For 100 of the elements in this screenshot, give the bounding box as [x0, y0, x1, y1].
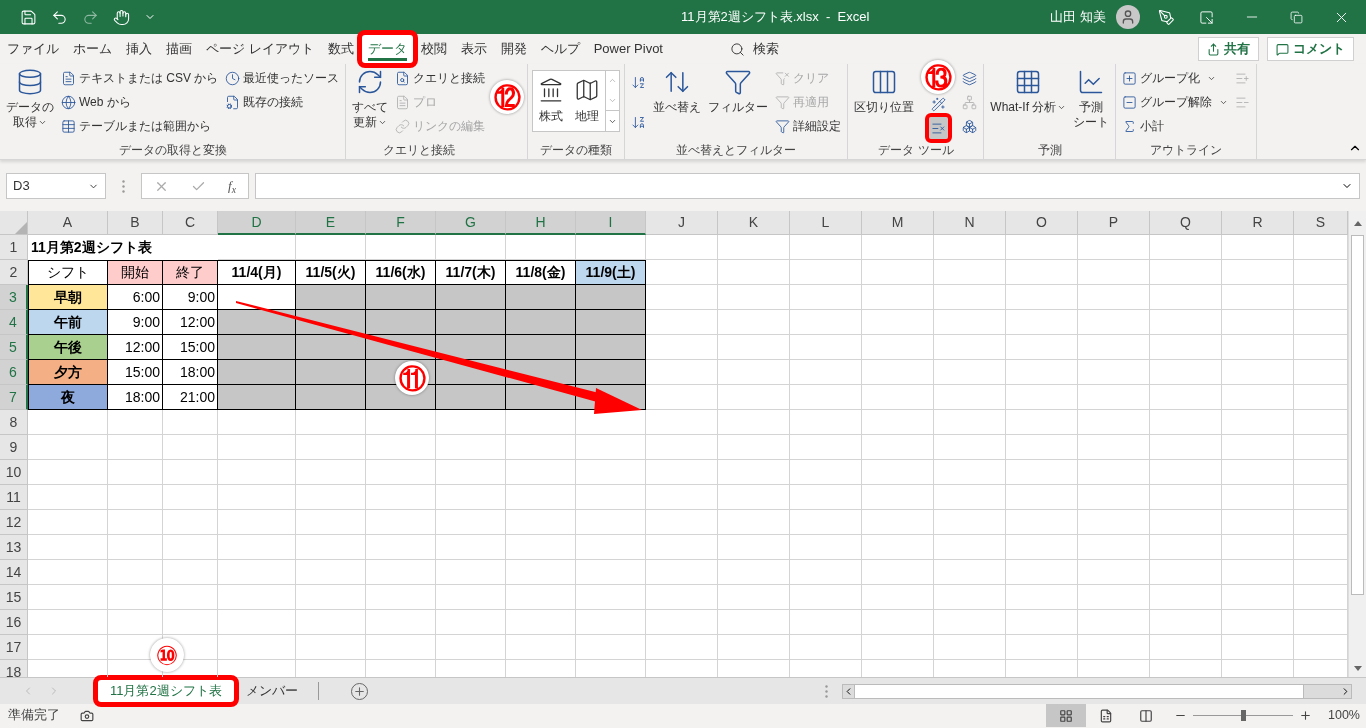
row-header[interactable]: 14: [0, 560, 28, 585]
ribbon-button[interactable]: フィルター: [706, 64, 771, 141]
ribbon-display-icon[interactable]: [1199, 9, 1214, 25]
column-header[interactable]: I: [576, 211, 646, 235]
ribbon-tab[interactable]: 数式: [321, 35, 360, 63]
table-cell: シフト: [28, 260, 108, 285]
row-header[interactable]: 17: [0, 635, 28, 660]
column-header[interactable]: N: [934, 211, 1006, 235]
scroll-down-icon[interactable]: [1353, 665, 1362, 671]
ribbon-small-button[interactable]: テキストまたは CSV から: [59, 67, 221, 89]
corner-triangle-icon: [15, 222, 27, 234]
group-icon: [1122, 70, 1138, 86]
column-header[interactable]: L: [790, 211, 862, 235]
ribbon-small-button[interactable]: テーブルまたは範囲から: [59, 115, 213, 137]
column-header[interactable]: F: [366, 211, 436, 235]
column-header[interactable]: H: [506, 211, 576, 235]
column-header[interactable]: D: [218, 211, 296, 235]
restore-icon[interactable]: [1290, 10, 1303, 24]
row-header[interactable]: 9: [0, 435, 28, 460]
touch-mode-icon[interactable]: [113, 8, 130, 26]
column-header[interactable]: M: [862, 211, 934, 235]
row-header[interactable]: 8: [0, 410, 28, 435]
save-icon[interactable]: [20, 8, 37, 26]
zoom-slider[interactable]: [1193, 709, 1293, 722]
row-header[interactable]: 11: [0, 485, 28, 510]
row-header[interactable]: 2: [0, 260, 28, 285]
ribbon-small-button[interactable]: 既存の接続: [223, 91, 306, 113]
ribbon-tab[interactable]: 表示: [454, 35, 493, 63]
ribbon-tab[interactable]: ページ レイアウト: [200, 35, 320, 63]
avatar-icon[interactable]: [1116, 5, 1140, 29]
insert-function-button[interactable]: f$_{x}$: [228, 176, 236, 196]
column-header[interactable]: K: [718, 211, 790, 235]
ribbon-small-button[interactable]: 詳細設定: [773, 115, 844, 137]
ribbon-small-button[interactable]: グループ化: [1120, 67, 1219, 89]
ribbon-tab[interactable]: 挿入: [120, 35, 158, 63]
ribbon-button[interactable]: データの 取得: [4, 64, 56, 141]
table-cell: 15:00: [163, 335, 218, 360]
comment-button[interactable]: コメント: [1267, 37, 1354, 61]
sheet-tab[interactable]: メンバー: [233, 680, 310, 702]
column-header[interactable]: Q: [1150, 211, 1222, 235]
row-header[interactable]: 10: [0, 460, 28, 485]
ribbon-tab[interactable]: ヘルプ: [534, 35, 586, 63]
ribbon-small-button[interactable]: クエリと接続: [393, 67, 488, 89]
zoom-in-icon[interactable]: [1299, 709, 1312, 722]
column-header[interactable]: E: [296, 211, 366, 235]
column-header[interactable]: J: [646, 211, 718, 235]
pen-icon[interactable]: [1158, 8, 1175, 26]
ribbon-tab[interactable]: ファイル: [1, 35, 65, 63]
column-header[interactable]: G: [436, 211, 506, 235]
ribbon-button[interactable]: 区切り位置: [852, 64, 917, 141]
scroll-up-icon[interactable]: [1353, 220, 1362, 226]
table-cell: 11/7(木): [436, 260, 506, 285]
window-title: 11月第2週シフト表.xlsx - Excel: [680, 8, 871, 27]
zoom-thumb[interactable]: [1241, 709, 1246, 721]
ribbon-button[interactable]: 予測 シート: [1071, 64, 1112, 141]
row-header[interactable]: 15: [0, 585, 28, 610]
row-header[interactable]: 4: [0, 310, 28, 335]
ribbon-small-button[interactable]: グループ解除: [1120, 91, 1231, 113]
query-icon: [395, 70, 411, 86]
row-header[interactable]: 12: [0, 510, 28, 535]
comment-icon: [1276, 42, 1289, 56]
row-header[interactable]: 1: [0, 235, 28, 260]
search-field[interactable]: 検索: [730, 39, 779, 59]
ribbon-tab[interactable]: 開発: [494, 35, 533, 63]
ribbon-button[interactable]: すべて 更新: [350, 64, 391, 141]
undo-icon[interactable]: [51, 8, 68, 26]
name-box[interactable]: D3: [6, 173, 106, 199]
table-cell: 夜: [28, 385, 108, 410]
row-header[interactable]: 5: [0, 335, 28, 360]
ribbon-tab[interactable]: 描画: [160, 35, 198, 63]
column-header[interactable]: P: [1078, 211, 1150, 235]
macro-record-icon[interactable]: [80, 708, 94, 723]
row-header[interactable]: 3: [0, 285, 28, 310]
gallery-item[interactable]: 株式: [533, 71, 570, 131]
row-header[interactable]: 7: [0, 385, 28, 410]
row-header[interactable]: 18: [0, 660, 28, 677]
ribbon-small-button[interactable]: 最近使ったソース: [223, 67, 342, 89]
column-header[interactable]: O: [1006, 211, 1078, 235]
row-header[interactable]: 16: [0, 610, 28, 635]
table-cell: 終了: [163, 260, 218, 285]
formula-field[interactable]: [254, 173, 1360, 199]
share-button[interactable]: 共有: [1198, 37, 1259, 61]
row-header[interactable]: 13: [0, 535, 28, 560]
row-header[interactable]: 6: [0, 360, 28, 385]
ribbon-tab[interactable]: ホーム: [67, 35, 118, 63]
ribbon-tab[interactable]: 校閲: [414, 35, 453, 63]
ribbon-tab[interactable]: Power Pivot: [587, 35, 669, 63]
gallery-item[interactable]: 地理: [569, 71, 606, 131]
group-label: アウトライン: [1149, 142, 1224, 159]
filter-icon: [724, 68, 753, 96]
table-cell: 11/4(月): [218, 260, 296, 285]
horizontal-scrollbar[interactable]: [842, 683, 1352, 699]
ribbon-button[interactable]: What-If 分析: [988, 64, 1069, 141]
vertical-scrollbar[interactable]: [1348, 211, 1366, 677]
hide-detail-icon: [1235, 94, 1251, 110]
ribbon-small-button[interactable]: 小計: [1120, 115, 1167, 137]
column-header[interactable]: R: [1222, 211, 1294, 235]
normal-view-button[interactable]: [1046, 704, 1086, 727]
ribbon-small-button[interactable]: Web から: [59, 91, 133, 113]
ribbon-button[interactable]: 並べ替え: [651, 64, 704, 141]
